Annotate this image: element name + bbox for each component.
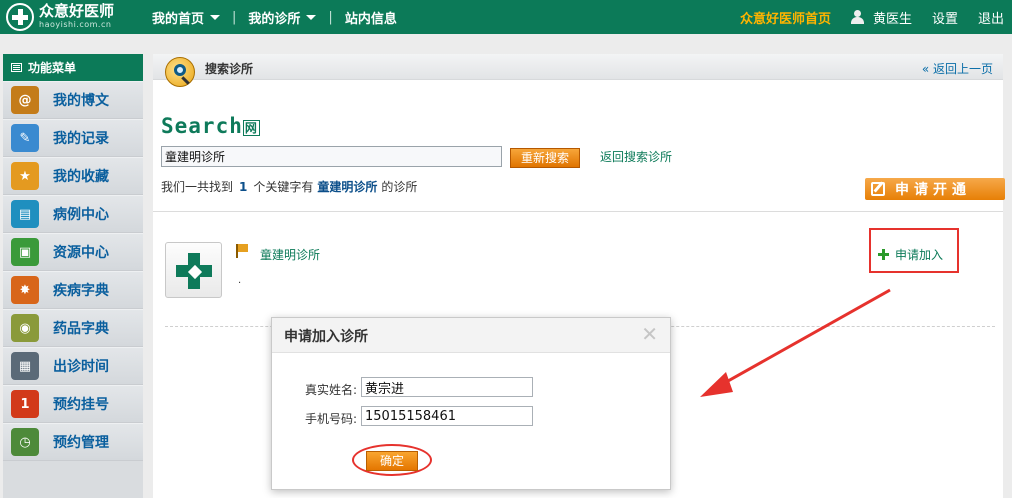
brand-domain: haoyishi.com.cn xyxy=(39,20,112,29)
chevron-down-icon xyxy=(210,14,221,20)
nav-my-clinic-label: 我的诊所 xyxy=(248,11,301,27)
clinic-logo[interactable] xyxy=(165,242,222,298)
search-logo-suffix: 网 xyxy=(242,119,260,136)
sidebar-item[interactable]: ★ 我的收藏 xyxy=(3,157,143,195)
sidebar-item[interactable]: ▦ 出诊时间 xyxy=(3,347,143,385)
back-link[interactable]: « 返回上一页 xyxy=(922,60,993,77)
nav-separator: | xyxy=(328,9,333,25)
user-menu[interactable]: 黄医生 xyxy=(850,8,912,27)
sidebar-item-label: 我的收藏 xyxy=(53,169,109,185)
clinic-description: · xyxy=(238,278,242,289)
sidebar-item[interactable]: ◉ 药品字典 xyxy=(3,309,143,347)
real-name-label: 真实姓名: xyxy=(305,383,358,397)
edit-icon xyxy=(871,182,885,196)
result-keyword: 童建明诊所 xyxy=(317,180,378,194)
search-input[interactable] xyxy=(161,146,502,167)
user-icon xyxy=(850,10,864,24)
result-prefix: 我们一共找到 xyxy=(161,180,234,194)
result-mid: 个关键字有 xyxy=(253,180,314,194)
nav-my-clinic[interactable]: 我的诊所 xyxy=(248,8,317,27)
sidebar-item[interactable]: ✸ 疾病字典 xyxy=(3,271,143,309)
close-icon[interactable]: ✕ xyxy=(641,322,658,346)
notepad-icon: ✎ xyxy=(11,124,39,152)
favorites-icon: ★ xyxy=(11,162,39,190)
phone-label: 手机号码: xyxy=(305,412,358,426)
logo-cross-icon[interactable] xyxy=(6,3,34,31)
magnifier-glass xyxy=(174,64,186,76)
search-logo-text: Search xyxy=(161,114,243,138)
sidebar-item-label: 疾病字典 xyxy=(53,283,109,299)
pills-icon: ◉ xyxy=(11,314,39,342)
nav-site-messages-label: 站内信息 xyxy=(344,11,397,27)
result-summary: 我们一共找到 1 个关键字有 童建明诊所 的诊所 xyxy=(161,178,417,195)
nav-separator: | xyxy=(232,9,237,25)
number-one-icon: 1 xyxy=(11,390,39,418)
search-logo: Search 网 xyxy=(161,114,260,138)
sidebar-item[interactable]: ✎ 我的记录 xyxy=(3,119,143,157)
sidebar-item[interactable]: 1 预约挂号 xyxy=(3,385,143,423)
divider xyxy=(153,211,1003,212)
site-home-link[interactable]: 众意好医师首页 xyxy=(740,8,831,27)
at-icon: @ xyxy=(11,86,39,114)
sidebar-item-label: 我的博文 xyxy=(53,93,109,109)
clipboard-icon: ▤ xyxy=(11,200,39,228)
sidebar: 功能菜单 @ 我的博文 ✎ 我的记录 ★ 我的收藏 ▤ 病例中心 ▣ 资源中心 ✸ 疾病字典 ◉ 药品字典… xyxy=(3,54,143,498)
join-clinic-link[interactable]: 申请加入 xyxy=(878,246,943,263)
dialog-header: 申请加入诊所 ✕ xyxy=(272,318,670,353)
confirm-button[interactable]: 确定 xyxy=(366,451,418,471)
sidebar-header: 功能菜单 xyxy=(3,54,143,81)
top-bar: 众意好医师 haoyishi.com.cn 我的首页 | 我的诊所 | 站内信息… xyxy=(0,0,1012,34)
sidebar-list: @ 我的博文 ✎ 我的记录 ★ 我的收藏 ▤ 病例中心 ▣ 资源中心 ✸ 疾病字典 ◉ 药品字典 ▦ 出诊时间… xyxy=(3,81,143,461)
brand-name[interactable]: 众意好医师 xyxy=(39,3,114,19)
sidebar-item-label: 病例中心 xyxy=(53,207,109,223)
result-count: 1 xyxy=(239,180,248,194)
sidebar-item[interactable]: ▣ 资源中心 xyxy=(3,233,143,271)
apply-open-label: 申请开通 xyxy=(895,182,971,198)
sidebar-item-label: 我的记录 xyxy=(53,131,109,147)
sidebar-item-label: 药品字典 xyxy=(53,321,109,337)
nav-my-home-label: 我的首页 xyxy=(152,11,205,27)
sidebar-item-label: 预约挂号 xyxy=(53,397,109,413)
picture-icon: ▣ xyxy=(11,238,39,266)
real-name-input[interactable] xyxy=(361,377,533,397)
clinic-name-link[interactable]: 童建明诊所 xyxy=(260,246,320,263)
magnifier-icon xyxy=(165,57,195,87)
research-button[interactable]: 重新搜索 xyxy=(510,148,580,168)
join-clinic-label: 申请加入 xyxy=(895,248,944,262)
apply-open-button[interactable]: 申请开通 xyxy=(865,178,1005,200)
sidebar-item[interactable]: ◷ 预约管理 xyxy=(3,423,143,461)
dialog-title: 申请加入诊所 xyxy=(284,329,368,345)
top-right-links: 众意好医师首页 黄医生 设置 退出 xyxy=(740,0,1012,34)
return-search-link[interactable]: 返回搜索诊所 xyxy=(600,148,672,165)
sidebar-item[interactable]: ▤ 病例中心 xyxy=(3,195,143,233)
nav-site-messages[interactable]: 站内信息 xyxy=(345,8,397,27)
menu-icon xyxy=(11,63,22,72)
sidebar-item-label: 资源中心 xyxy=(53,245,109,261)
sidebar-item[interactable]: @ 我的博文 xyxy=(3,81,143,119)
user-name: 黄医生 xyxy=(872,11,912,27)
sidebar-title: 功能菜单 xyxy=(28,61,77,75)
phone-input[interactable] xyxy=(361,406,533,426)
plus-icon xyxy=(878,249,889,260)
sidebar-item-label: 出诊时间 xyxy=(53,359,109,375)
magnifier-handle xyxy=(181,76,190,85)
logout-link[interactable]: 退出 xyxy=(978,8,1004,27)
result-suffix: 的诊所 xyxy=(381,180,418,194)
join-clinic-dialog: 申请加入诊所 ✕ 真实姓名: 手机号码: 确定 xyxy=(271,317,671,490)
main-nav: 我的首页 | 我的诊所 | 站内信息 xyxy=(152,0,397,34)
calendar-icon: ▦ xyxy=(11,352,39,380)
nav-my-home[interactable]: 我的首页 xyxy=(152,8,221,27)
flag-icon xyxy=(236,244,248,258)
virus-icon: ✸ xyxy=(11,276,39,304)
chevron-down-icon xyxy=(306,14,317,20)
sidebar-item-label: 预约管理 xyxy=(53,435,109,451)
settings-link[interactable]: 设置 xyxy=(932,8,958,27)
page-header: 搜索诊所 « 返回上一页 xyxy=(153,54,1003,80)
clock-icon: ◷ xyxy=(11,428,39,456)
page-title: 搜索诊所 xyxy=(205,62,254,76)
